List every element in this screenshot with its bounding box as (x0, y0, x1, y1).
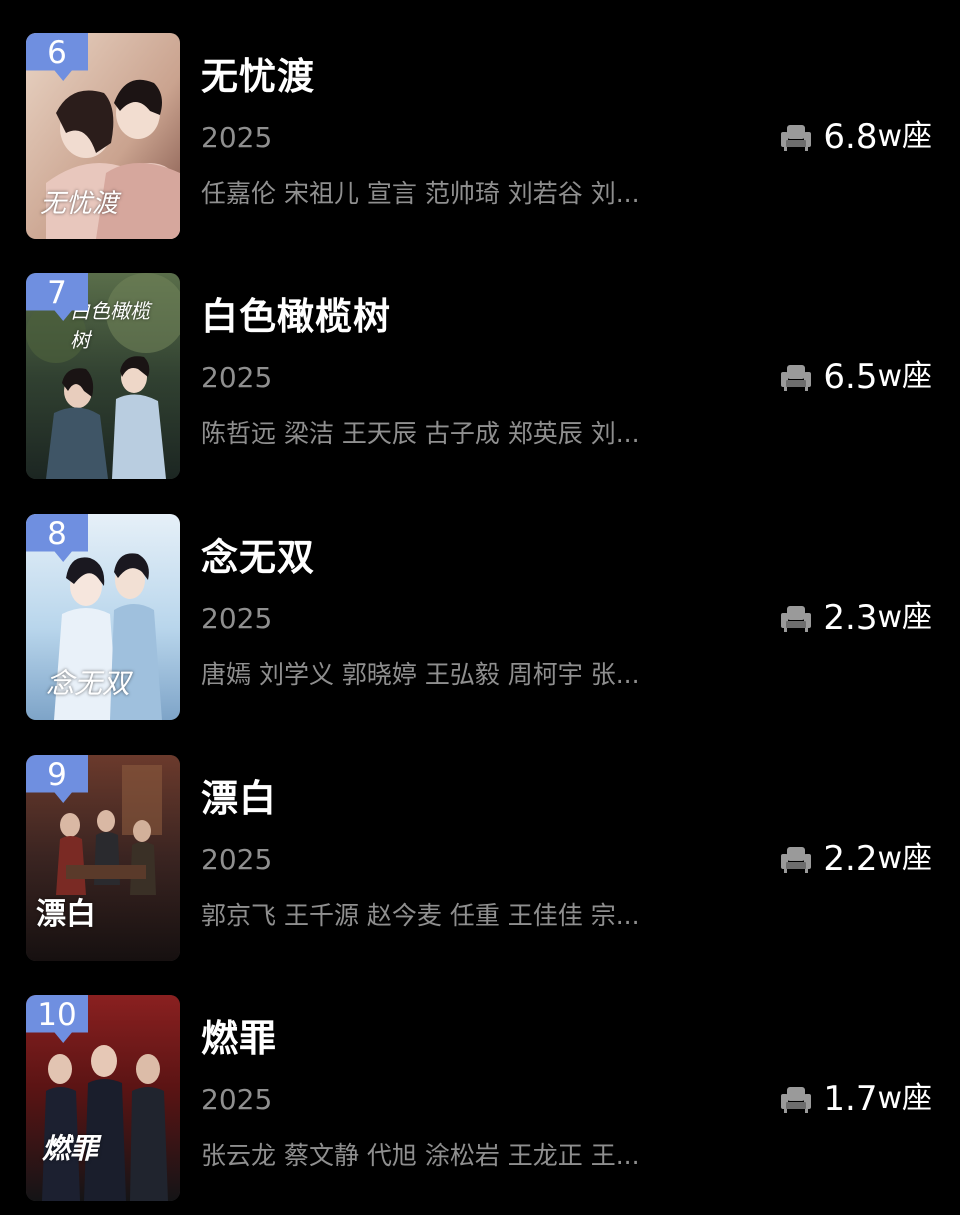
cast-list: 陈哲远 梁洁 王天辰 古子成 郑英辰 刘... (201, 419, 640, 448)
seat-count: 6.8 w座 (781, 115, 932, 159)
sofa-seat-icon (781, 606, 812, 632)
release-year: 2025 (201, 361, 273, 394)
release-year: 2025 (201, 843, 273, 876)
seat-value: 2.2 (823, 839, 878, 879)
seat-count: 2.3 w座 (781, 596, 932, 640)
seat-count: 2.2 w座 (781, 837, 932, 881)
poster-image[interactable]: 无忧渡 6 (26, 33, 180, 239)
show-title[interactable]: 白色橄榄树 (201, 295, 391, 339)
seat-count: 1.7 w座 (781, 1077, 932, 1121)
seat-unit: w座 (877, 600, 932, 635)
cast-list: 唐嫣 刘学义 郭晓婷 王弘毅 周柯宇 张... (201, 660, 640, 689)
poster-image[interactable]: 念无双 8 (26, 514, 180, 720)
poster-image[interactable]: 漂白 9 (26, 755, 180, 961)
seat-unit: w座 (877, 119, 932, 154)
release-year: 2025 (201, 121, 273, 154)
sofa-seat-icon (781, 125, 812, 151)
rank-number: 7 (47, 275, 67, 311)
seat-unit: w座 (877, 841, 932, 876)
rank-number: 10 (37, 997, 77, 1033)
list-item[interactable]: 白色橄榄树 7 白色橄榄树 2025 陈哲远 梁洁 王天辰 古子成 郑英辰 刘.… (0, 273, 960, 479)
cast-list: 任嘉伦 宋祖儿 宣言 范帅琦 刘若谷 刘... (201, 179, 640, 208)
cast-list: 张云龙 蔡文静 代旭 涂松岩 王龙正 王... (201, 1141, 640, 1170)
seat-value: 6.8 (823, 117, 878, 157)
poster-title-text: 燃罪 (42, 1132, 99, 1165)
rank-number: 8 (47, 516, 67, 552)
list-item[interactable]: 念无双 8 念无双 2025 唐嫣 刘学义 郭晓婷 王弘毅 周柯宇 张... 2… (0, 514, 960, 720)
poster-image[interactable]: 燃罪 10 (26, 995, 180, 1201)
poster-title-text: 念无双 (46, 667, 131, 700)
seat-value: 6.5 (823, 357, 878, 397)
cast-list: 郭京飞 王千源 赵今麦 任重 王佳佳 宗... (201, 901, 640, 930)
sofa-seat-icon (781, 365, 812, 391)
sofa-seat-icon (781, 1087, 812, 1113)
release-year: 2025 (201, 1083, 273, 1116)
list-item[interactable]: 无忧渡 6 无忧渡 2025 任嘉伦 宋祖儿 宣言 范帅琦 刘若谷 刘... 6… (0, 33, 960, 239)
seat-unit: w座 (877, 1081, 932, 1116)
seat-value: 1.7 (823, 1079, 878, 1119)
ranking-list: 无忧渡 6 无忧渡 2025 任嘉伦 宋祖儿 宣言 范帅琦 刘若谷 刘... 6… (0, 0, 960, 1215)
list-item[interactable]: 燃罪 10 燃罪 2025 张云龙 蔡文静 代旭 涂松岩 王龙正 王... 1.… (0, 995, 960, 1201)
release-year: 2025 (201, 602, 273, 635)
sofa-seat-icon (781, 847, 812, 873)
show-title[interactable]: 漂白 (201, 777, 277, 821)
seat-unit: w座 (877, 359, 932, 394)
rank-number: 9 (47, 757, 67, 793)
show-title[interactable]: 燃罪 (201, 1017, 277, 1061)
seat-value: 2.3 (823, 598, 878, 638)
poster-title-text: 无忧渡 (40, 189, 119, 219)
show-title[interactable]: 无忧渡 (201, 55, 315, 99)
show-title[interactable]: 念无双 (201, 536, 315, 580)
poster-image[interactable]: 白色橄榄树 7 (26, 273, 180, 479)
list-item[interactable]: 漂白 9 漂白 2025 郭京飞 王千源 赵今麦 任重 王佳佳 宗... 2.2… (0, 755, 960, 961)
rank-number: 6 (47, 35, 67, 71)
poster-title-text: 漂白 (36, 897, 96, 932)
seat-count: 6.5 w座 (781, 355, 932, 399)
